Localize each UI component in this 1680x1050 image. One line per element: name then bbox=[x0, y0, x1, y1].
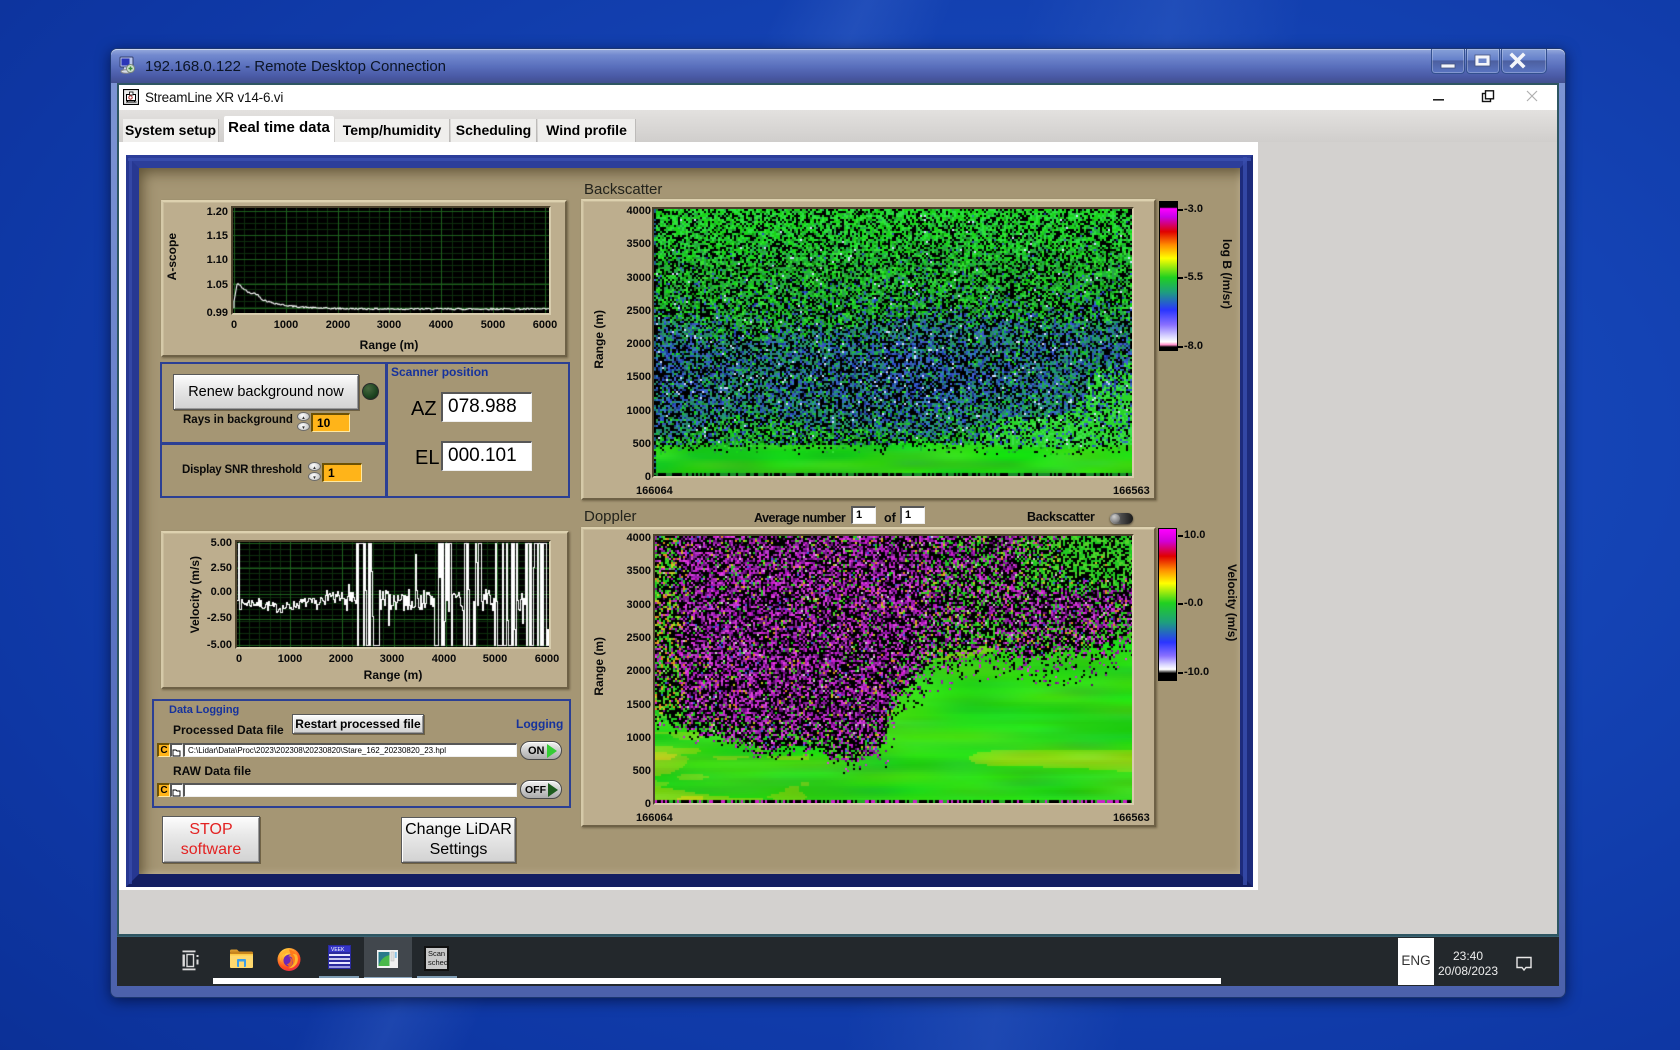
svg-text:VEEK: VEEK bbox=[331, 947, 345, 953]
